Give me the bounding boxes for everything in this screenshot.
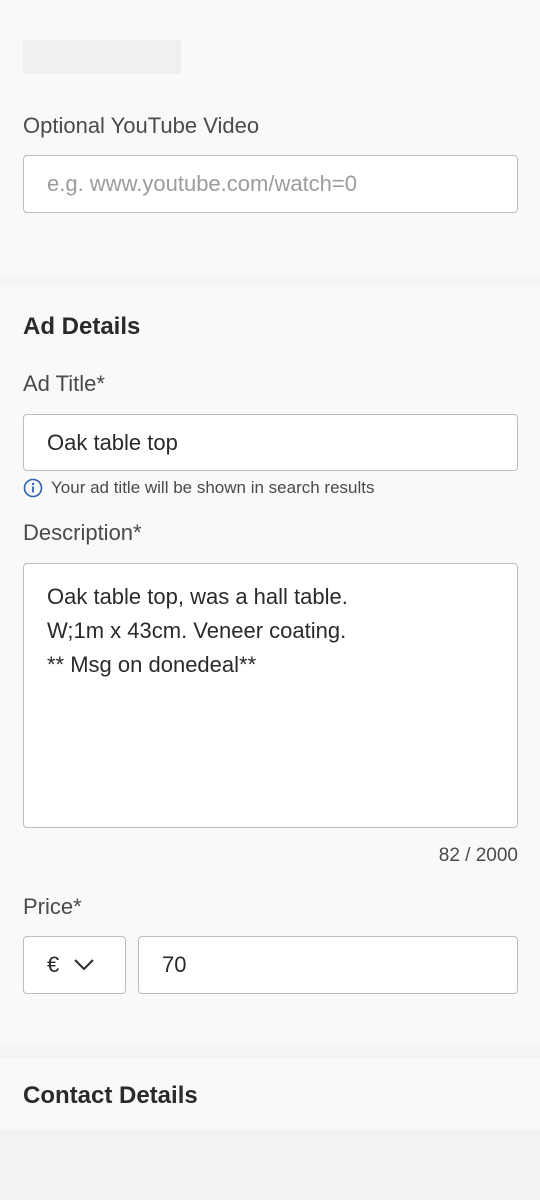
ad-title-input[interactable] [23,414,518,471]
description-label: Description* [23,520,142,545]
chevron-down-icon [74,959,94,971]
price-label: Price* [23,894,82,919]
media-section: Optional YouTube Video [0,0,540,276]
ad-details-heading: Ad Details [23,313,141,340]
info-icon [23,478,43,498]
description-textarea[interactable]: Oak table top, was a hall table. W;1m x … [23,563,518,828]
description-char-counter: 82 / 2000 [438,845,518,866]
currency-value: € [47,952,60,977]
ad-title-hint-text: Your ad title will be shown in search re… [51,478,375,497]
currency-select[interactable]: € [23,936,126,994]
ad-title-hint: Your ad title will be shown in search re… [23,478,374,498]
ad-title-label: Ad Title* [23,371,105,396]
contact-details-heading: Contact Details [23,1082,198,1109]
price-input[interactable] [138,936,518,994]
youtube-url-input[interactable] [23,155,518,213]
bottom-area [0,1130,540,1200]
photo-tile[interactable] [23,40,181,74]
youtube-label: Optional YouTube Video [23,113,260,138]
